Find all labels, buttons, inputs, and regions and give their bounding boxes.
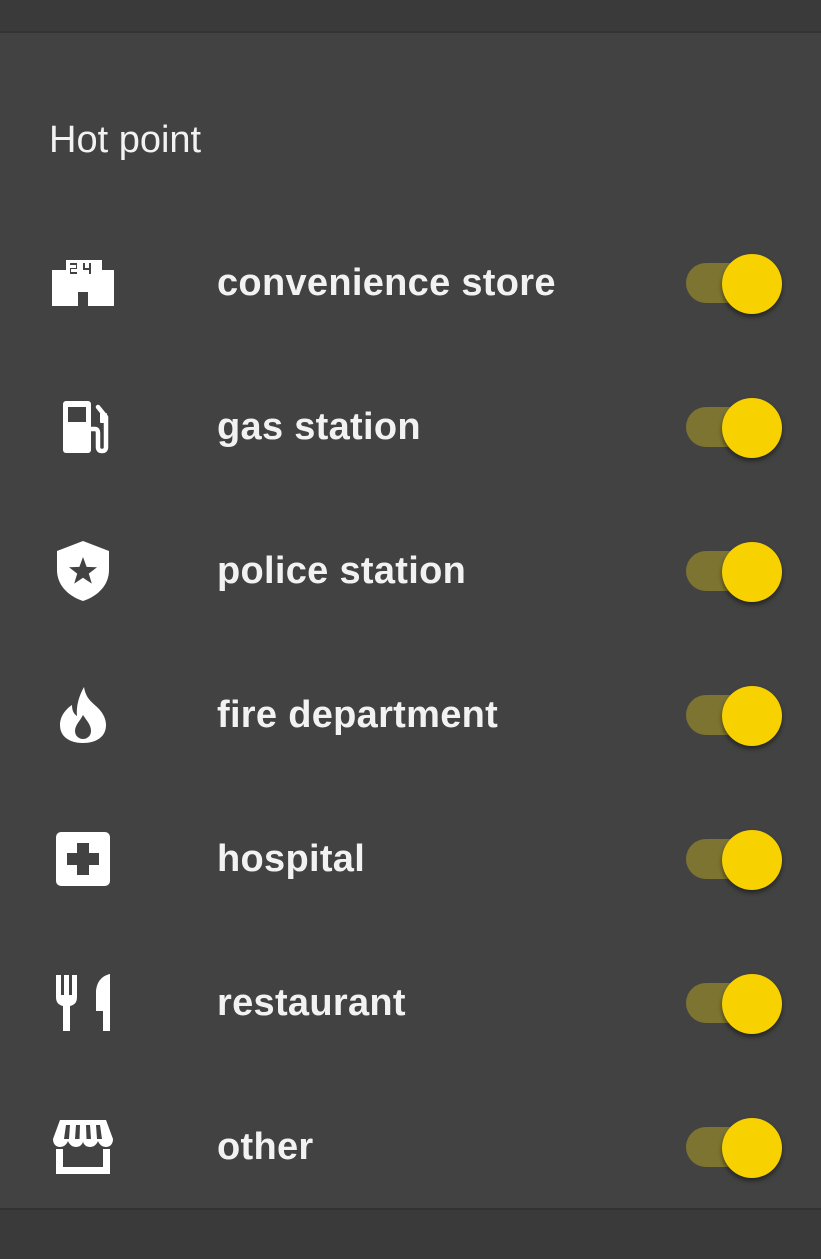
hot-point-panel: Hot point convenience store gas station … xyxy=(0,31,821,1210)
item-label: convenience store xyxy=(217,262,556,304)
police-station-toggle[interactable] xyxy=(686,541,784,603)
toggle-thumb xyxy=(722,974,782,1034)
bottom-bar xyxy=(0,1210,821,1259)
item-label: police station xyxy=(217,550,467,592)
toggle-thumb xyxy=(722,398,782,458)
list-item-restaurant[interactable]: restaurant xyxy=(0,931,821,1075)
gas-station-toggle[interactable] xyxy=(686,397,784,459)
hospital-cross-icon xyxy=(48,827,118,891)
list-item-hospital[interactable]: hospital xyxy=(0,787,821,931)
item-label: gas station xyxy=(217,406,421,448)
item-label: restaurant xyxy=(217,982,406,1024)
list-item-convenience-store[interactable]: convenience store xyxy=(0,211,821,355)
top-bar xyxy=(0,0,821,31)
list-item-fire-department[interactable]: fire department xyxy=(0,643,821,787)
toggle-thumb xyxy=(722,830,782,890)
hospital-toggle[interactable] xyxy=(686,829,784,891)
storefront-icon xyxy=(48,1115,118,1179)
gas-pump-icon xyxy=(48,395,118,459)
toggle-thumb xyxy=(722,542,782,602)
item-label: fire department xyxy=(217,694,499,736)
hot-point-list: convenience store gas station police sta… xyxy=(0,211,821,1219)
item-label: hospital xyxy=(217,838,366,880)
toggle-thumb xyxy=(722,686,782,746)
flame-icon xyxy=(48,683,118,747)
list-item-police-station[interactable]: police station xyxy=(0,499,821,643)
police-shield-icon xyxy=(48,539,118,603)
convenience-store-24-icon xyxy=(48,251,118,315)
list-item-gas-station[interactable]: gas station xyxy=(0,355,821,499)
convenience-store-toggle[interactable] xyxy=(686,253,784,315)
list-item-other[interactable]: other xyxy=(0,1075,821,1219)
item-label: other xyxy=(217,1126,314,1168)
toggle-thumb xyxy=(722,1118,782,1178)
fire-department-toggle[interactable] xyxy=(686,685,784,747)
toggle-thumb xyxy=(722,254,782,314)
fork-knife-icon xyxy=(48,971,118,1035)
other-toggle[interactable] xyxy=(686,1117,784,1179)
section-title: Hot point xyxy=(49,119,202,161)
restaurant-toggle[interactable] xyxy=(686,973,784,1035)
